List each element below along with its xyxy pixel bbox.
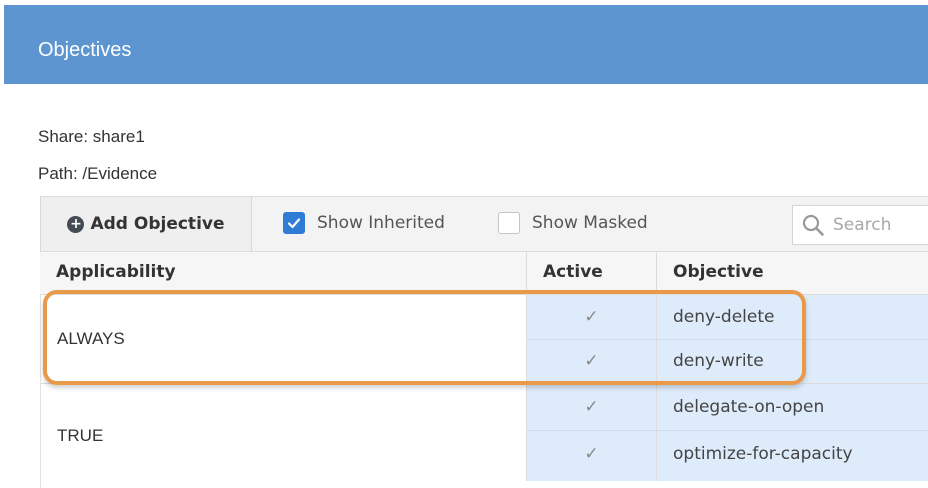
path-info: Path: /Evidence [38,164,158,183]
objective-cell: delegate-on-open [656,384,928,430]
active-check: ✓ [526,431,656,481]
applicability-cell[interactable]: ALWAYS [40,295,526,383]
add-objective-button[interactable]: + Add Objective [40,197,252,251]
table-row[interactable]: ✓ deny-write [526,340,928,383]
share-info: Share: share1 [38,127,145,146]
applicability-cell[interactable]: TRUE [40,384,526,488]
search-input[interactable] [833,215,923,235]
objective-cell: deny-delete [656,295,928,339]
add-objective-label: Add Objective [90,214,225,234]
objectives-table: ALWAYS ✓ deny-delete ✓ deny-write TRUE ✓… [40,295,928,488]
plus-circle-icon: + [67,215,85,233]
active-check: ✓ [526,340,656,383]
table-header: Applicability Active Objective [40,252,928,295]
column-header-applicability[interactable]: Applicability [40,252,526,295]
show-inherited-checkbox[interactable] [283,212,305,234]
table-row[interactable]: ✓ optimize-for-capacity [526,431,928,481]
table-row[interactable]: ✓ deny-delete [526,295,928,340]
show-masked-checkbox[interactable] [498,212,520,234]
show-inherited-label: Show Inherited [317,213,445,233]
page-title: Objectives [38,39,132,61]
search-icon [801,213,825,237]
table-group: TRUE ✓ delegate-on-open ✓ optimize-for-c… [40,384,928,488]
table-row[interactable]: ✓ delegate-on-open [526,384,928,431]
checkmark-icon [287,218,301,229]
toolbar: + Add Objective Show Inherited Show Mask… [40,196,928,252]
show-inherited-toggle[interactable]: Show Inherited [283,212,445,234]
objective-cell: deny-write [656,340,928,383]
active-check: ✓ [526,295,656,339]
objective-cell: optimize-for-capacity [656,431,928,481]
show-masked-label: Show Masked [532,213,648,233]
search-box[interactable] [792,205,928,245]
page-header: Objectives [4,5,928,84]
column-header-active[interactable]: Active [526,252,656,295]
active-check: ✓ [526,384,656,430]
column-header-objective[interactable]: Objective [656,252,928,295]
table-group: ALWAYS ✓ deny-delete ✓ deny-write [40,295,928,384]
show-masked-toggle[interactable]: Show Masked [498,212,648,234]
